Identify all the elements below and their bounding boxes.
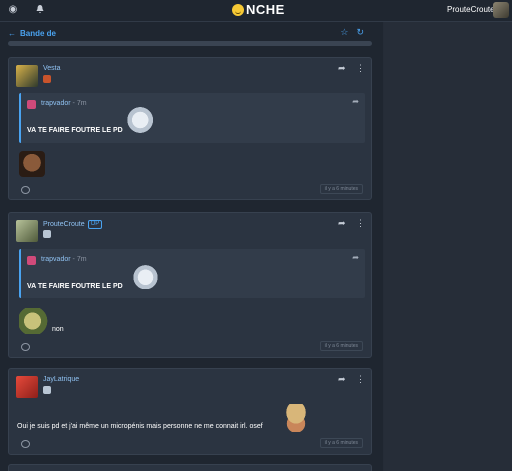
post-card: Vesta ➦ ⋮ trapvador - 7m ➦ VA TE FAIRE F… xyxy=(8,57,372,200)
author-avatar[interactable] xyxy=(16,376,38,398)
reply-icon[interactable] xyxy=(21,186,30,194)
quote-time: 7m xyxy=(76,100,87,107)
rank-badge xyxy=(43,75,51,83)
back-link[interactable]: ← Bande de xyxy=(8,29,56,38)
author-name[interactable]: JayLatrique xyxy=(43,376,79,383)
site-logo[interactable]: NCHE xyxy=(232,2,285,17)
side-pane xyxy=(384,22,512,471)
author-avatar[interactable] xyxy=(16,65,38,87)
quoted-message[interactable]: trapvador - 7m ➦ VA TE FAIRE FOUTRE LE P… xyxy=(19,93,365,143)
star-icon[interactable]: ☆ xyxy=(340,27,348,38)
quote-author: trapvador xyxy=(41,256,71,263)
megaphone-sticker xyxy=(121,107,153,133)
quote-text: VA TE FAIRE FOUTRE LE PD xyxy=(27,283,123,290)
rank-badge xyxy=(43,230,51,238)
post-card: JayLatrique ➦ ⋮ Oui je suis pd et j'ai m… xyxy=(8,368,372,455)
quote-header: trapvador - 7m xyxy=(41,100,87,107)
author-name[interactable]: Vesta xyxy=(43,65,61,72)
post-author[interactable]: JayLatrique xyxy=(43,376,79,383)
arrow-left-icon: ← xyxy=(8,28,16,38)
smiley-logo-icon xyxy=(232,3,244,16)
bell-icon[interactable] xyxy=(34,3,46,15)
more-menu-icon[interactable]: ⋮ xyxy=(356,374,365,385)
reply-icon[interactable] xyxy=(21,343,30,351)
compass-icon[interactable]: ◉ xyxy=(7,3,19,15)
quote-author: trapvador xyxy=(41,100,71,107)
more-menu-icon[interactable]: ⋮ xyxy=(356,63,365,74)
user-avatar[interactable] xyxy=(493,2,509,18)
author-avatar[interactable] xyxy=(16,220,38,242)
post-card xyxy=(8,464,372,471)
post-time: il y a 6 minutes xyxy=(319,184,363,194)
share-icon[interactable]: ➦ xyxy=(338,63,346,74)
topic-header: ← Bande de ☆ ↻ xyxy=(8,24,372,42)
horizontal-scrollbar[interactable] xyxy=(8,41,372,46)
quote-author-avatar xyxy=(27,100,36,109)
current-username[interactable]: ProuteCroute xyxy=(447,5,495,14)
post-body: non xyxy=(52,326,64,333)
reply-icon[interactable] xyxy=(21,440,30,448)
quote-header: trapvador - 7m xyxy=(41,256,87,263)
post-time: il y a 6 minutes xyxy=(319,438,363,448)
megaphone-sticker xyxy=(129,263,159,289)
top-bar: ◉ NCHE ProuteCroute xyxy=(0,0,512,22)
share-icon[interactable]: ➦ xyxy=(352,97,359,106)
share-icon[interactable]: ➦ xyxy=(352,253,359,262)
reaction-sticker xyxy=(19,308,49,334)
post-card: ProuteCroute OP ➦ ⋮ trapvador - 7m ➦ VA … xyxy=(8,212,372,358)
rank-badge xyxy=(43,386,51,394)
more-menu-icon[interactable]: ⋮ xyxy=(356,218,365,229)
share-icon[interactable]: ➦ xyxy=(338,374,346,385)
post-author[interactable]: Vesta xyxy=(43,65,61,72)
topic-title: Bande de xyxy=(20,28,57,38)
post-time: il y a 6 minutes xyxy=(319,341,363,351)
post-body: Oui je suis pd et j'ai même un micropéni… xyxy=(17,423,263,430)
author-name[interactable]: ProuteCroute xyxy=(43,221,85,228)
post-author[interactable]: ProuteCroute OP xyxy=(43,220,103,229)
quoted-message[interactable]: trapvador - 7m ➦ VA TE FAIRE FOUTRE LE P… xyxy=(19,249,365,298)
op-badge: OP xyxy=(87,220,103,229)
quote-author-avatar xyxy=(27,256,36,265)
reaction-sticker xyxy=(279,404,313,432)
share-icon[interactable]: ➦ xyxy=(338,218,346,229)
reaction-sticker xyxy=(19,151,45,177)
refresh-icon[interactable]: ↻ xyxy=(356,27,364,38)
logo-text: NCHE xyxy=(246,2,285,17)
quote-text: VA TE FAIRE FOUTRE LE PD xyxy=(27,127,123,134)
quote-time: 7m xyxy=(76,256,87,263)
